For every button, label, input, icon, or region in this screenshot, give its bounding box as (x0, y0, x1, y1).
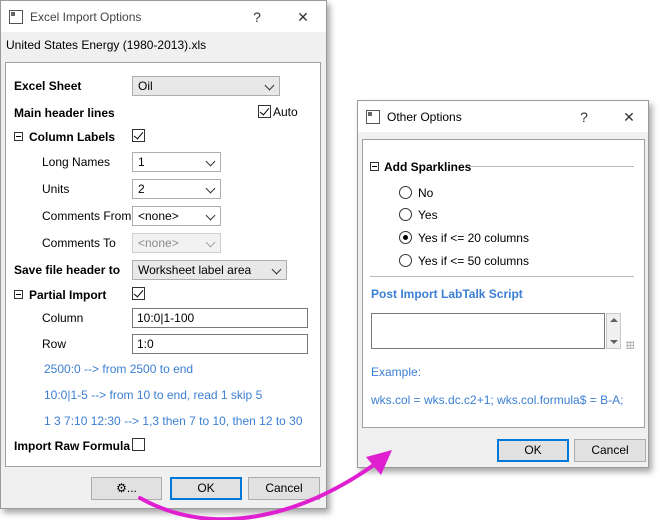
excel-sheet-value: Oil (138, 79, 153, 93)
auto-checkbox[interactable] (258, 105, 271, 118)
add-sparklines-label: Add Sparklines (384, 160, 472, 174)
comments-from-value: <none> (138, 209, 179, 223)
comments-from-label: Comments From (42, 209, 132, 223)
long-names-dropdown[interactable]: 1 (132, 152, 221, 172)
scroll-down-arrow-icon[interactable] (610, 340, 618, 344)
import-raw-formula-label: Import Raw Formula (14, 439, 131, 453)
auto-label: Auto (273, 105, 298, 119)
chevron-down-icon (205, 237, 216, 248)
textarea-scrollbar[interactable] (606, 313, 621, 349)
chevron-down-icon (205, 156, 216, 167)
chevron-down-icon (205, 210, 216, 221)
dialog-title: Other Options (387, 110, 462, 124)
sparklines-option-no-label: No (418, 186, 434, 200)
chevron-down-icon (271, 264, 282, 275)
partial-import-collapse-icon[interactable] (14, 290, 23, 299)
hint-line-2: 10:0|1-5 --> from 10 to end, read 1 skip… (44, 388, 263, 402)
other-options-dialog: Other Options ? ✕ Add Sparklines No Yes … (357, 100, 649, 468)
column-range-input[interactable]: 10:0|1-100 (132, 308, 308, 328)
title-bar[interactable]: Excel Import Options ? ✕ (1, 1, 326, 32)
title-bar[interactable]: Other Options ? ✕ (358, 101, 648, 132)
section-divider (370, 276, 634, 277)
excel-sheet-dropdown[interactable]: Oil (132, 76, 280, 96)
row-range-input[interactable]: 1:0 (132, 334, 308, 354)
comments-to-label: Comments To (42, 236, 116, 250)
ok-button[interactable]: OK (170, 477, 242, 500)
scroll-up-arrow-icon[interactable] (610, 318, 618, 322)
column-labels-collapse-icon[interactable] (14, 132, 23, 141)
help-button[interactable]: ? (572, 107, 596, 127)
import-raw-formula-checkbox[interactable] (132, 438, 145, 451)
sparklines-option-20[interactable] (399, 231, 412, 244)
long-names-value: 1 (138, 155, 145, 169)
chevron-down-icon (264, 80, 275, 91)
sparklines-option-20-label: Yes if <= 20 columns (418, 231, 529, 245)
save-file-header-label: Save file header to (14, 263, 121, 277)
comments-to-dropdown: <none> (132, 233, 221, 253)
column-labels-label: Column Labels (29, 130, 116, 144)
resize-grip-icon[interactable] (626, 341, 634, 349)
comments-to-value: <none> (138, 236, 179, 250)
row-label: Row (42, 337, 67, 351)
dialog-title: Excel Import Options (30, 10, 142, 24)
close-button[interactable]: ✕ (291, 7, 315, 27)
units-value: 2 (138, 182, 145, 196)
partial-import-checkbox[interactable] (132, 287, 145, 300)
sparklines-option-yes[interactable] (399, 208, 412, 221)
sparklines-option-50-label: Yes if <= 50 columns (418, 254, 529, 268)
more-options-button[interactable]: ⚙... (91, 477, 162, 500)
ok-button[interactable]: OK (497, 439, 569, 462)
column-range-value: 10:0|1-100 (137, 311, 195, 325)
section-divider (469, 166, 634, 167)
units-dropdown[interactable]: 2 (132, 179, 221, 199)
example-label: Example: (371, 365, 422, 379)
hint-line-1: 2500:0 --> from 2500 to end (44, 362, 194, 376)
sparklines-option-yes-label: Yes (418, 208, 438, 222)
column-label: Column (42, 311, 84, 325)
sparklines-option-50[interactable] (399, 254, 412, 267)
cancel-button[interactable]: Cancel (574, 439, 646, 462)
main-header-lines-label: Main header lines (14, 106, 115, 120)
excel-sheet-label: Excel Sheet (14, 79, 82, 93)
long-names-label: Long Names (42, 155, 111, 169)
options-panel: Excel Sheet Oil Main header lines Auto C… (5, 62, 321, 467)
row-range-value: 1:0 (137, 337, 154, 351)
save-file-header-dropdown[interactable]: Worksheet label area (132, 260, 287, 280)
help-button[interactable]: ? (245, 7, 269, 27)
units-label: Units (42, 182, 70, 196)
app-window-icon (9, 10, 23, 24)
excel-import-options-dialog: Excel Import Options ? ✕ United States E… (0, 0, 327, 509)
other-options-panel: Add Sparklines No Yes Yes if <= 20 colum… (362, 139, 645, 428)
post-import-script-label: Post Import LabTalk Script (371, 287, 523, 301)
example-text: wks.col = wks.dc.c2+1; wks.col.formula$ … (371, 393, 624, 407)
cancel-button[interactable]: Cancel (248, 477, 320, 500)
hint-line-3: 1 3 7:10 12:30 --> 1,3 then 7 to 10, the… (44, 414, 303, 428)
column-labels-checkbox[interactable] (132, 129, 145, 142)
add-sparklines-collapse-icon[interactable] (370, 162, 379, 171)
partial-import-label: Partial Import (29, 288, 107, 302)
chevron-down-icon (205, 183, 216, 194)
post-import-script-input[interactable] (371, 313, 605, 349)
file-name: United States Energy (1980-2013).xls (6, 38, 207, 52)
sparklines-option-no[interactable] (399, 186, 412, 199)
comments-from-dropdown[interactable]: <none> (132, 206, 221, 226)
close-button[interactable]: ✕ (617, 107, 641, 127)
app-window-icon (366, 110, 380, 124)
save-file-header-value: Worksheet label area (138, 263, 252, 277)
